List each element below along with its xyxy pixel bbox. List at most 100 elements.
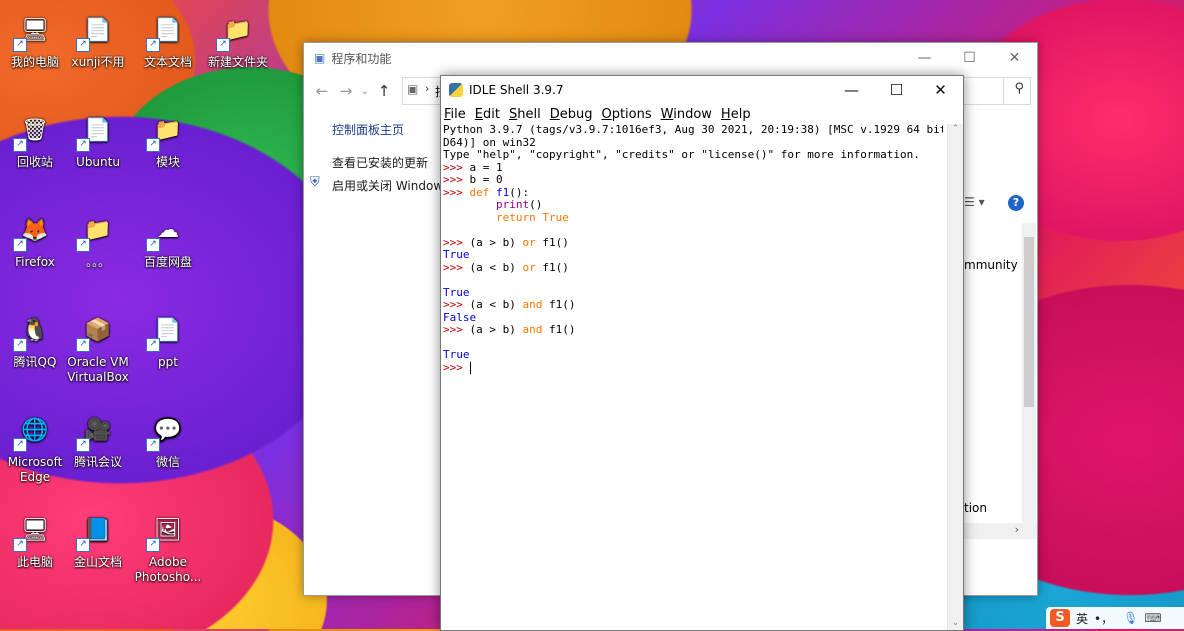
ime-language[interactable]: 英 [1076,610,1088,627]
desktop-icon[interactable]: 🎥 ↗ 腾讯会议 [63,408,133,470]
maximize-button[interactable]: ☐ [874,76,919,104]
view-options-icon[interactable]: ☰ ▾ [964,195,985,209]
idle-shell-window[interactable]: IDLE Shell 3.9.7 — ☐ ✕ File Edit Shell D… [440,75,964,631]
shortcut-arrow-icon: ↗ [146,138,160,152]
ime-toolbar[interactable]: S 英 •， 🎙 ⌨ [1046,607,1184,629]
idle-scrollbar[interactable]: ⌃ ⌄ [947,124,963,630]
desktop-icon[interactable]: 🖼 ↗ Adobe Photosho... [133,508,203,585]
forward-arrow-icon[interactable]: → [334,82,358,100]
function-name: f1 [496,185,510,199]
shortcut-arrow-icon: ↗ [146,338,160,352]
ime-punctuation[interactable]: •， [1094,610,1113,627]
code-text: (a < b) [469,260,523,274]
menu-options[interactable]: Options [601,107,651,122]
desktop-icon[interactable]: 📁 ↗ 新建文件夹 [203,8,273,70]
output-line: True [443,348,470,361]
windows-features-link[interactable]: 启用或关闭 Windows [332,177,449,194]
menu-edit[interactable]: Edit [475,107,500,122]
programs-scrollbar[interactable] [1022,223,1036,523]
help-icon[interactable]: ? [1008,195,1024,211]
banner-line: Python 3.9.7 (tags/v3.9.7:1016ef3, Aug 3… [443,124,943,136]
shell-text-area[interactable]: Python 3.9.7 (tags/v3.9.7:1016ef3, Aug 3… [443,124,943,624]
desktop-icon-image: 🖥 ↗ [13,508,57,552]
maximize-button[interactable]: ☐ [947,43,992,73]
output-line: True [443,285,470,299]
chevron-down-icon[interactable]: ⌄ [358,86,372,97]
desktop-icon-label: 文本文档 [143,55,192,69]
keyword: return [495,210,536,224]
banner-line: Type "help", "copyright", "credits" or "… [443,148,920,161]
desktop-icon-image: 📄 ↗ [76,108,120,152]
desktop-icon-image: 🖥 ↗ [13,8,57,52]
desktop-icon[interactable]: 📄 ↗ Ubuntu [63,108,133,170]
desktop-icon-image: 🐧 ↗ [13,308,57,352]
desktop-icon-label: Oracle VM VirtualBox [67,355,129,384]
up-arrow-icon[interactable]: ↑ [372,82,396,100]
output-line: False [443,310,477,324]
keyboard-icon[interactable]: ⌨ [1144,611,1161,625]
desktop-icon-label: ppt [158,355,178,369]
desktop-icon-image: 📘 ↗ [76,508,120,552]
shortcut-arrow-icon: ↗ [146,538,160,552]
desktop-icon[interactable]: 🖥 ↗ 此电脑 [0,508,70,570]
microphone-icon[interactable]: 🎙 [1123,611,1138,625]
desktop-icon-image: 🌐 ↗ [13,408,57,452]
desktop-icon[interactable]: 🌐 ↗ Microsoft Edge [0,408,70,485]
prompt: >>> [443,323,470,336]
desktop-icon-image: 🖼 ↗ [146,508,190,552]
desktop-icon-label: 腾讯QQ [13,355,57,369]
menu-shell[interactable]: Shell [509,107,541,122]
desktop-icon[interactable]: 🖥 ↗ 我的电脑 [0,8,70,70]
desktop-icon[interactable]: 📁 ↗ 模块 [133,108,203,170]
desktop-icon[interactable]: 📄 ↗ xunji不用 [63,8,133,70]
partial-text-tion: tion [964,501,987,515]
control-panel-home-link[interactable]: 控制面板主页 [332,121,404,138]
desktop-icon[interactable]: 🦊 ↗ Firefox [0,208,70,270]
scrollbar-thumb[interactable] [1024,237,1034,407]
programs-title-bar[interactable]: ▣ 程序和功能 — ☐ ✕ [304,43,1037,73]
desktop-icon-image: ☁ ↗ [146,208,190,252]
desktop-icon-label: Firefox [15,255,55,269]
desktop-icon[interactable]: ☁ ↗ 百度网盘 [133,208,203,270]
minimize-button[interactable]: — [902,43,947,73]
desktop-icon-image: 📁 ↗ [216,8,260,52]
shortcut-arrow-icon: ↗ [216,38,230,52]
menu-debug[interactable]: Debug [550,107,593,122]
back-arrow-icon[interactable]: ← [310,82,334,100]
shortcut-arrow-icon: ↗ [146,438,160,452]
minimize-button[interactable]: — [829,76,874,104]
scroll-up-icon[interactable]: ⌃ [948,124,963,134]
desktop-icon-image: 🦊 ↗ [13,208,57,252]
chevron-right-icon[interactable]: › [1015,523,1019,536]
scroll-down-icon[interactable]: ⌄ [948,618,963,628]
menu-help[interactable]: Help [721,107,751,122]
installed-updates-link[interactable]: 查看已安装的更新 [332,154,428,171]
desktop-icon[interactable]: 📄 ↗ ppt [133,308,203,370]
close-button[interactable]: ✕ [992,43,1037,73]
control-panel-icon: ▣ [314,51,326,65]
keyword: True [542,210,569,224]
close-button[interactable]: ✕ [918,76,963,104]
shortcut-arrow-icon: ↗ [13,238,27,252]
desktop-icon[interactable]: 📘 ↗ 金山文档 [63,508,133,570]
prompt: >>> [443,160,470,174]
desktop-icon[interactable]: 🐧 ↗ 腾讯QQ [0,308,70,370]
programs-hscroll[interactable]: › [962,523,1037,539]
desktop-icon-label: 腾讯会议 [73,455,122,469]
sogou-logo-icon[interactable]: S [1050,609,1070,627]
code-text: f1() [542,323,576,336]
idle-title-bar[interactable]: IDLE Shell 3.9.7 — ☐ ✕ [441,76,963,104]
keyword: def [469,185,490,199]
menu-window[interactable]: Window [661,107,712,122]
desktop-icon[interactable]: 💬 ↗ 微信 [133,408,203,470]
desktop-icon[interactable]: 📁 ↗ 。。。 [63,208,133,270]
builtin: print [495,198,530,211]
menu-file[interactable]: File [444,107,466,122]
desktop-icon-image: 💬 ↗ [146,408,190,452]
desktop-icon[interactable]: 📄 ↗ 文本文档 [133,8,203,70]
idle-menu-bar: File Edit Shell Debug Options Window Hel… [441,104,963,124]
desktop-icon[interactable]: 📦 ↗ Oracle VM VirtualBox [63,308,133,385]
desktop-icon[interactable]: 🗑 ↗ 回收站 [0,108,70,170]
python-icon [449,83,463,97]
shortcut-arrow-icon: ↗ [76,238,90,252]
